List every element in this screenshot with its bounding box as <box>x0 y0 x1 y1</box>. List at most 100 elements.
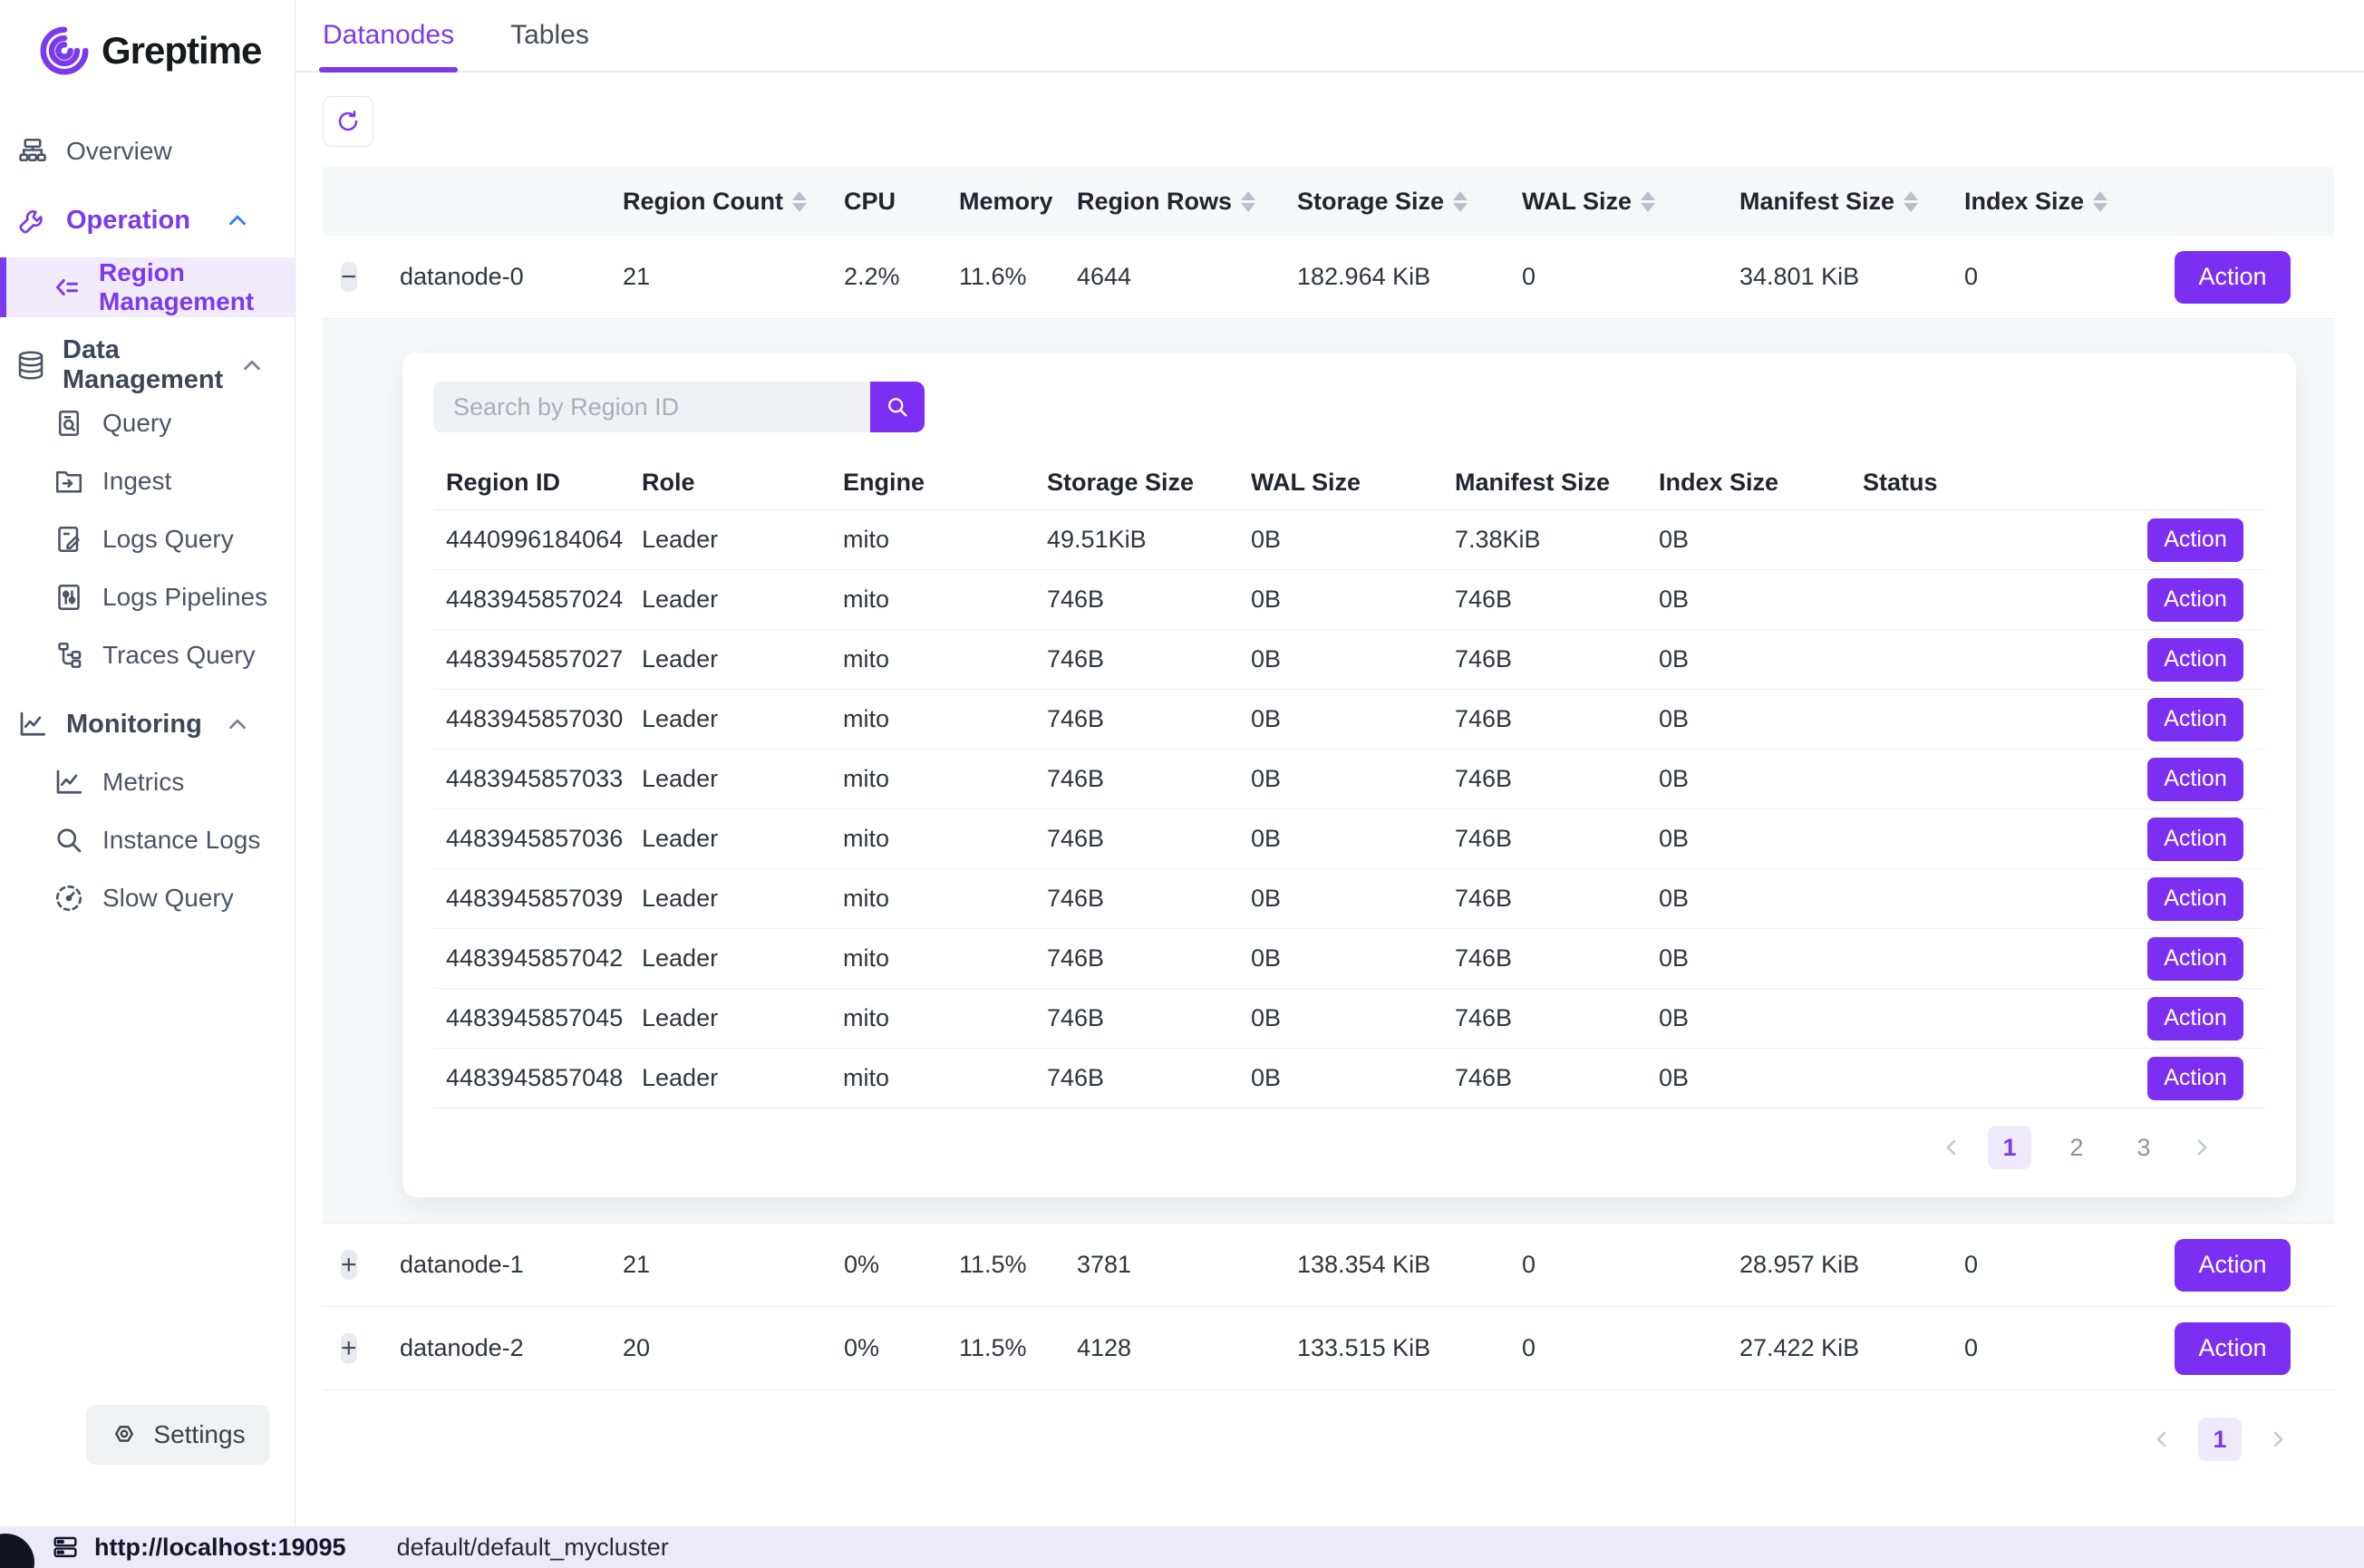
settings-button[interactable]: Settings <box>86 1405 269 1465</box>
sidebar-item-logs-query[interactable]: Logs Query <box>0 518 295 560</box>
sidebar-item-label: Ingest <box>102 467 171 496</box>
chevron-up-icon[interactable] <box>238 352 266 379</box>
refresh-icon <box>334 108 362 135</box>
page-number[interactable]: 3 <box>2122 1126 2165 1169</box>
page-number[interactable]: 2 <box>2055 1126 2098 1169</box>
page-number[interactable]: 1 <box>2198 1418 2242 1461</box>
region-id-value: 4483945857042 <box>433 944 642 973</box>
refresh-button[interactable] <box>323 96 373 147</box>
region-table-row: 4483945857036 Leader mito 746B 0B 746B 0… <box>433 809 2265 869</box>
magnifier-icon <box>51 824 87 857</box>
sidebar-item-label: Logs Query <box>102 525 234 554</box>
collapse-button[interactable]: − <box>341 262 357 292</box>
action-button[interactable]: Action <box>2147 758 2243 801</box>
region-table-row: 4483945857045 Leader mito 746B 0B 746B 0… <box>433 989 2265 1049</box>
action-button[interactable]: Action <box>2147 937 2243 981</box>
action-button[interactable]: Action <box>2147 638 2243 682</box>
sidebar-item-label: Traces Query <box>102 641 256 670</box>
search-input[interactable] <box>433 382 870 432</box>
engine-value: mito <box>843 765 1047 793</box>
column-region-count[interactable]: Region Count <box>623 188 844 216</box>
action-button[interactable]: Action <box>2147 1057 2243 1100</box>
sidebar-group-monitoring[interactable]: Monitoring <box>0 703 295 745</box>
gear-icon <box>110 1420 139 1449</box>
column-region-id: Region ID <box>433 469 642 497</box>
server-url[interactable]: http://localhost:19095 <box>51 1533 346 1562</box>
index-size-value: 0B <box>1659 1004 1863 1032</box>
action-button[interactable]: Action <box>2147 997 2243 1040</box>
storage-size-value: 746B <box>1047 705 1251 733</box>
column-region-rows[interactable]: Region Rows <box>1077 188 1297 216</box>
sidebar-item-metrics[interactable]: Metrics <box>0 761 295 803</box>
action-button[interactable]: Action <box>2175 251 2291 304</box>
overview-icon <box>15 135 51 168</box>
sort-icon[interactable] <box>1453 191 1468 212</box>
region-tree-icon <box>51 271 83 304</box>
engine-value: mito <box>843 705 1047 733</box>
column-cpu: CPU <box>844 188 959 216</box>
memory-value: 11.5% <box>959 1334 1077 1362</box>
settings-label: Settings <box>153 1420 245 1449</box>
manifest-size-value: 746B <box>1455 586 1659 614</box>
sort-icon[interactable] <box>792 191 807 212</box>
sidebar-item-label: Logs Pipelines <box>102 583 267 612</box>
sort-icon[interactable] <box>1641 191 1655 212</box>
manifest-size-value: 7.38KiB <box>1455 526 1659 554</box>
brand-logo[interactable]: Greptime <box>0 0 295 87</box>
prev-page-icon[interactable] <box>1939 1135 1964 1160</box>
sidebar-item-region-management[interactable]: Region Management <box>0 257 295 317</box>
sidebar-item-logs-pipelines[interactable]: Logs Pipelines <box>0 576 295 618</box>
region-pagination: 1 2 3 <box>433 1108 2265 1186</box>
index-size-value: 0B <box>1659 645 1863 673</box>
sort-icon[interactable] <box>2093 191 2107 212</box>
sidebar-item-traces-query[interactable]: Traces Query <box>0 634 295 676</box>
expand-button[interactable]: + <box>341 1333 357 1363</box>
gauge-icon <box>51 882 87 915</box>
sidebar-group-data-management[interactable]: Data Management <box>0 344 295 386</box>
action-button[interactable]: Action <box>2147 877 2243 921</box>
column-storage-size: Storage Size <box>1047 469 1251 497</box>
action-button[interactable]: Action <box>2175 1322 2291 1375</box>
sort-icon[interactable] <box>1904 191 1918 212</box>
search-button[interactable] <box>870 382 925 432</box>
sidebar-item-instance-logs[interactable]: Instance Logs <box>0 819 295 861</box>
sidebar-item-ingest[interactable]: Ingest <box>0 460 295 502</box>
column-storage-size[interactable]: Storage Size <box>1297 188 1522 216</box>
engine-value: mito <box>843 1004 1047 1032</box>
prev-page-icon[interactable] <box>2149 1427 2175 1452</box>
region-count-value: 21 <box>623 1251 844 1279</box>
action-button[interactable]: Action <box>2175 1239 2291 1292</box>
column-index-size[interactable]: Index Size <box>1964 188 2127 216</box>
datanodes-table-header: Region Count CPU Memory Region Rows Stor… <box>323 167 2334 236</box>
sort-icon[interactable] <box>1241 191 1255 212</box>
wrench-icon <box>15 204 51 237</box>
action-button[interactable]: Action <box>2147 578 2243 622</box>
column-index-size: Index Size <box>1659 469 1863 497</box>
wal-size-value: 0B <box>1251 765 1455 793</box>
sidebar-item-query[interactable]: Query <box>0 402 295 444</box>
cluster-name[interactable]: default/default_mycluster <box>397 1534 669 1562</box>
expand-button[interactable]: + <box>341 1250 357 1280</box>
next-page-icon[interactable] <box>2189 1135 2214 1160</box>
sidebar-item-slow-query[interactable]: Slow Query <box>0 877 295 919</box>
region-table-row: 4483945857042 Leader mito 746B 0B 746B 0… <box>433 929 2265 989</box>
storage-size-value: 746B <box>1047 885 1251 913</box>
action-button[interactable]: Action <box>2147 698 2243 741</box>
engine-value: mito <box>843 944 1047 973</box>
sidebar-group-operation[interactable]: Operation <box>0 199 295 241</box>
engine-value: mito <box>843 1064 1047 1092</box>
chevron-up-icon[interactable] <box>224 711 251 738</box>
toolbar <box>296 73 2364 167</box>
chevron-up-icon[interactable] <box>224 207 251 234</box>
manifest-size-value: 746B <box>1455 885 1659 913</box>
tab-datanodes[interactable]: Datanodes <box>323 20 454 71</box>
column-manifest-size[interactable]: Manifest Size <box>1739 188 1964 216</box>
action-button[interactable]: Action <box>2147 518 2243 562</box>
tab-tables[interactable]: Tables <box>510 20 589 71</box>
column-wal-size[interactable]: WAL Size <box>1522 188 1739 216</box>
wal-size-value: 0 <box>1522 263 1739 291</box>
action-button[interactable]: Action <box>2147 818 2243 861</box>
page-number[interactable]: 1 <box>1988 1126 2031 1169</box>
sidebar-item-overview[interactable]: Overview <box>0 131 295 172</box>
next-page-icon[interactable] <box>2265 1427 2291 1452</box>
